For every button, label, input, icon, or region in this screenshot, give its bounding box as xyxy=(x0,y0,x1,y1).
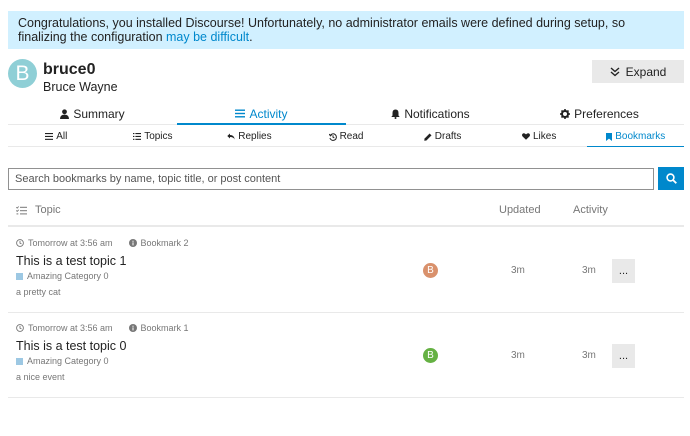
subtab-read[interactable]: Read xyxy=(298,127,395,146)
subtab-bookmarks-label: Bookmarks xyxy=(615,131,666,142)
subtab-replies-label: Replies xyxy=(238,131,272,142)
bell-icon xyxy=(391,109,401,119)
search-button[interactable] xyxy=(658,167,684,190)
banner-suffix: . xyxy=(249,30,253,44)
category-color-swatch xyxy=(16,272,23,280)
clock-icon xyxy=(16,239,24,247)
banner-link[interactable]: may be difficult xyxy=(166,30,249,44)
subtab-read-label: Read xyxy=(339,131,364,142)
bookmark-icon xyxy=(606,132,613,141)
bookmark-name: Bookmark 1 xyxy=(140,323,189,333)
list-icon xyxy=(235,109,246,118)
subtab-all-label: All xyxy=(56,131,68,142)
bookmark-actions-button[interactable]: ... xyxy=(612,344,635,368)
tab-summary[interactable]: Summary xyxy=(8,103,177,124)
post-excerpt: a pretty cat xyxy=(16,287,61,297)
history-icon xyxy=(328,132,337,141)
tab-activity-label: Activity xyxy=(249,106,288,121)
post-excerpt: a nice event xyxy=(16,372,65,382)
category-badge[interactable]: Amazing Category 0 xyxy=(16,356,109,366)
subtab-topics-label: Topics xyxy=(144,131,173,142)
username: bruce0 xyxy=(43,61,96,78)
info-icon xyxy=(128,239,137,247)
bookmark-actions-button[interactable]: ... xyxy=(612,259,635,283)
category-name: Amazing Category 0 xyxy=(27,356,109,366)
user-icon xyxy=(60,108,70,119)
tab-preferences[interactable]: Preferences xyxy=(515,103,684,124)
activity-age[interactable]: 3m xyxy=(582,265,596,276)
info-icon xyxy=(128,324,137,332)
updated-age: 3m xyxy=(511,350,525,361)
user-avatar[interactable]: B xyxy=(8,59,37,88)
search-icon xyxy=(665,173,677,184)
pencil-icon xyxy=(424,133,432,141)
banner-text: Congratulations, you installed Discourse… xyxy=(18,16,626,44)
category-color-swatch xyxy=(16,357,23,365)
bookmark-reminder: Tomorrow at 3:56 am xyxy=(28,323,113,333)
expand-button[interactable]: Expand xyxy=(592,60,684,83)
tab-summary-label: Summary xyxy=(73,106,125,121)
expand-button-label: Expand xyxy=(625,64,667,79)
bulk-select-icon[interactable] xyxy=(16,205,27,215)
gear-icon xyxy=(560,108,571,119)
list-icon xyxy=(45,133,54,140)
header-updated[interactable]: Updated xyxy=(499,204,541,216)
reply-icon xyxy=(227,133,235,140)
poster-avatar[interactable]: B xyxy=(423,348,438,363)
updated-age: 3m xyxy=(511,265,525,276)
heart-icon xyxy=(522,133,530,140)
bookmark-meta: Tomorrow at 3:56 am Bookmark 2 xyxy=(16,238,189,248)
bookmark-search-input[interactable] xyxy=(8,168,654,190)
double-chevron-down-icon xyxy=(610,66,620,77)
subtab-likes[interactable]: Likes xyxy=(491,127,588,146)
bookmark-meta: Tomorrow at 3:56 am Bookmark 1 xyxy=(16,323,189,333)
header-activity[interactable]: Activity xyxy=(573,204,608,216)
topics-icon xyxy=(133,133,142,140)
subtab-topics[interactable]: Topics xyxy=(105,127,202,146)
activity-sub-nav: All Topics Replies Read Drafts Likes Boo… xyxy=(8,127,684,147)
clock-icon xyxy=(16,324,24,332)
bookmark-name: Bookmark 2 xyxy=(140,238,189,248)
subtab-bookmarks[interactable]: Bookmarks xyxy=(587,127,684,147)
tab-notifications-label: Notifications xyxy=(404,106,470,121)
bookmarks-table-header: Topic Updated Activity xyxy=(8,201,684,227)
header-topic[interactable]: Topic xyxy=(16,204,61,216)
tab-activity[interactable]: Activity xyxy=(177,103,346,125)
subtab-replies[interactable]: Replies xyxy=(201,127,298,146)
header-topic-label: Topic xyxy=(35,204,61,216)
admin-notice-banner: Congratulations, you installed Discourse… xyxy=(8,11,684,49)
subtab-drafts[interactable]: Drafts xyxy=(394,127,491,146)
subtab-likes-label: Likes xyxy=(533,131,557,142)
subtab-drafts-label: Drafts xyxy=(434,131,462,142)
tab-preferences-label: Preferences xyxy=(574,106,639,121)
poster-avatar[interactable]: B xyxy=(423,263,438,278)
table-row: Tomorrow at 3:56 am Bookmark 2 This is a… xyxy=(8,228,684,313)
user-main-nav: Summary Activity Notifications Preferenc… xyxy=(8,103,684,125)
topic-title-link[interactable]: This is a test topic 1 xyxy=(16,254,126,268)
user-full-name: Bruce Wayne xyxy=(43,80,118,94)
category-badge[interactable]: Amazing Category 0 xyxy=(16,271,109,281)
subtab-all[interactable]: All xyxy=(8,127,105,146)
tab-notifications[interactable]: Notifications xyxy=(346,103,515,124)
bookmark-reminder: Tomorrow at 3:56 am xyxy=(28,238,113,248)
topic-title-link[interactable]: This is a test topic 0 xyxy=(16,339,126,353)
category-name: Amazing Category 0 xyxy=(27,271,109,281)
activity-age[interactable]: 3m xyxy=(582,350,596,361)
table-row: Tomorrow at 3:56 am Bookmark 1 This is a… xyxy=(8,313,684,398)
